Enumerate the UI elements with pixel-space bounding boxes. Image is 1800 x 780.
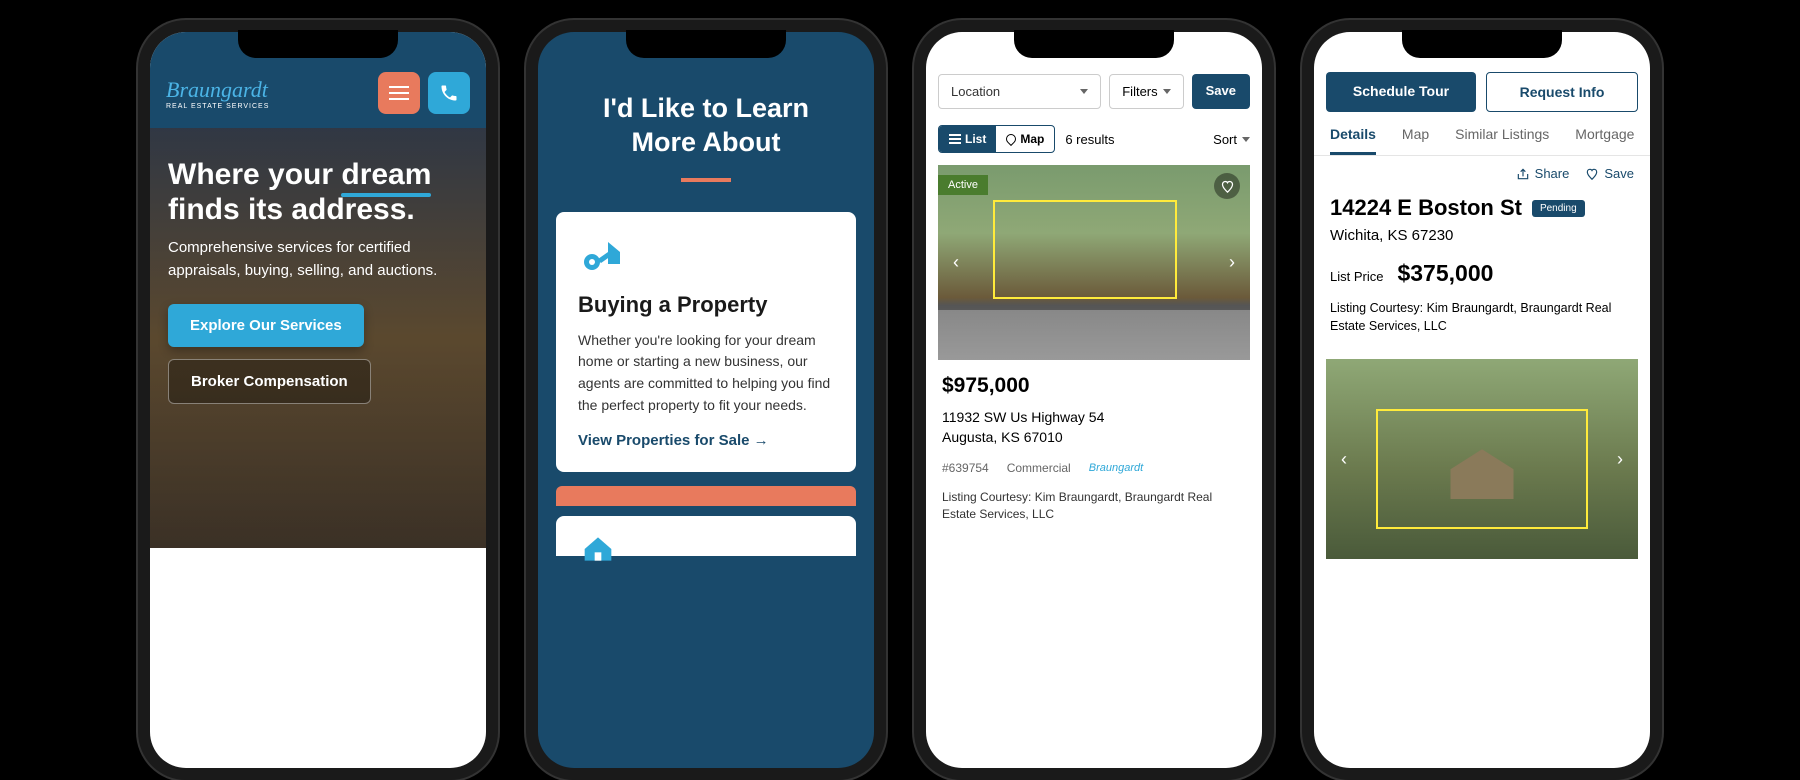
share-button[interactable]: Share — [1516, 166, 1570, 181]
brand-logo[interactable]: Braungardt REAL ESTATE SERVICES — [166, 77, 269, 110]
tab-similar[interactable]: Similar Listings — [1455, 126, 1549, 155]
section-header: I'd Like to LearnMore About — [538, 32, 874, 212]
hero-subtitle: Comprehensive services for certified app… — [168, 237, 448, 282]
chevron-down-icon — [1242, 137, 1250, 142]
header-actions — [378, 72, 470, 114]
hero-title: Where your dream finds its address. — [168, 158, 468, 227]
listing-courtesy: Listing Courtesy: Kim Braungardt, Braung… — [942, 489, 1246, 523]
mls-number: #639754 — [942, 461, 989, 475]
menu-button[interactable] — [378, 72, 420, 114]
screen: Schedule Tour Request Info Details Map S… — [1314, 32, 1650, 768]
map-view-button[interactable]: Map — [996, 126, 1054, 152]
call-button[interactable] — [428, 72, 470, 114]
hamburger-icon — [389, 86, 409, 100]
filter-bar: Location Filters Save — [926, 32, 1262, 119]
request-info-button[interactable]: Request Info — [1486, 72, 1638, 112]
list-view-button[interactable]: List — [939, 126, 996, 152]
listing-address: 11932 SW Us Highway 54Augusta, KS 67010 — [942, 408, 1246, 447]
tab-mortgage[interactable]: Mortgage — [1575, 126, 1634, 155]
next-card-peek — [556, 516, 856, 556]
list-icon — [949, 134, 961, 144]
listing-details: $975,000 11932 SW Us Highway 54Augusta, … — [926, 360, 1262, 537]
property-address: 14224 E Boston St — [1330, 195, 1522, 221]
phone-mockup-learn: I'd Like to LearnMore About Buying a Pro… — [526, 20, 886, 780]
list-price-value: $375,000 — [1397, 260, 1493, 287]
hero-section: Where your dream finds its address. Comp… — [150, 128, 486, 548]
phone-mockup-listings: Location Filters Save List Map 6 results… — [914, 20, 1274, 780]
tab-map[interactable]: Map — [1402, 126, 1429, 155]
status-badge: Pending — [1532, 200, 1585, 217]
map-pin-icon — [1004, 132, 1018, 146]
keys-house-icon — [578, 234, 626, 282]
save-listing-button[interactable]: Save — [1585, 166, 1634, 181]
app-header: Braungardt REAL ESTATE SERVICES — [150, 32, 486, 128]
sort-button[interactable]: Sort — [1213, 132, 1250, 147]
property-photo[interactable]: ‹ › — [1326, 359, 1638, 559]
property-city: Wichita, KS 67230 — [1330, 227, 1634, 244]
phone-mockup-home: Braungardt REAL ESTATE SERVICES Where yo… — [138, 20, 498, 780]
view-toggle: List Map — [938, 125, 1055, 153]
chevron-down-icon — [1163, 89, 1171, 94]
view-properties-link[interactable]: View Properties for Sale — [578, 432, 769, 449]
results-count: 6 results — [1065, 132, 1114, 147]
location-select[interactable]: Location — [938, 74, 1101, 109]
action-buttons: Schedule Tour Request Info — [1314, 32, 1650, 112]
section-title: I'd Like to LearnMore About — [562, 92, 850, 182]
house-icon — [578, 534, 618, 564]
status-badge: Active — [938, 175, 988, 195]
screen: Location Filters Save List Map 6 results… — [926, 32, 1262, 768]
property-header: 14224 E Boston St Pending Wichita, KS 67… — [1314, 191, 1650, 347]
save-search-button[interactable]: Save — [1192, 74, 1250, 109]
listing-meta: #639754 Commercial Braungardt — [942, 461, 1246, 475]
share-icon — [1516, 167, 1530, 181]
chevron-down-icon — [1080, 89, 1088, 94]
listing-courtesy: Listing Courtesy: Kim Braungardt, Braung… — [1330, 299, 1634, 335]
view-controls: List Map 6 results Sort — [926, 119, 1262, 159]
next-photo-button[interactable]: › — [1608, 447, 1632, 471]
listing-photo[interactable]: Active ‹ › — [938, 165, 1250, 360]
tab-details[interactable]: Details — [1330, 126, 1376, 155]
broker-logo: Braungardt — [1089, 462, 1143, 474]
favorite-button[interactable] — [1214, 173, 1240, 199]
divider-bar — [556, 486, 856, 506]
filters-button[interactable]: Filters — [1109, 74, 1183, 109]
phone-icon — [439, 83, 459, 103]
listing-price: $975,000 — [942, 374, 1246, 398]
buying-property-card: Buying a Property Whether you're looking… — [556, 212, 856, 473]
property-type: Commercial — [1007, 461, 1071, 475]
explore-services-button[interactable]: Explore Our Services — [168, 304, 364, 347]
prev-photo-button[interactable]: ‹ — [944, 251, 968, 275]
card-description: Whether you're looking for your dream ho… — [578, 330, 834, 417]
screen: Braungardt REAL ESTATE SERVICES Where yo… — [150, 32, 486, 768]
heart-icon — [1220, 179, 1235, 194]
screen: I'd Like to LearnMore About Buying a Pro… — [538, 32, 874, 768]
next-photo-button[interactable]: › — [1220, 251, 1244, 275]
list-price-label: List Price — [1330, 269, 1383, 284]
prev-photo-button[interactable]: ‹ — [1332, 447, 1356, 471]
heart-icon — [1585, 167, 1599, 181]
phone-mockup-detail: Schedule Tour Request Info Details Map S… — [1302, 20, 1662, 780]
detail-tabs: Details Map Similar Listings Mortgage — [1314, 112, 1650, 156]
broker-compensation-button[interactable]: Broker Compensation — [168, 359, 371, 404]
schedule-tour-button[interactable]: Schedule Tour — [1326, 72, 1476, 112]
card-title: Buying a Property — [578, 292, 834, 318]
share-save-row: Share Save — [1314, 156, 1650, 191]
